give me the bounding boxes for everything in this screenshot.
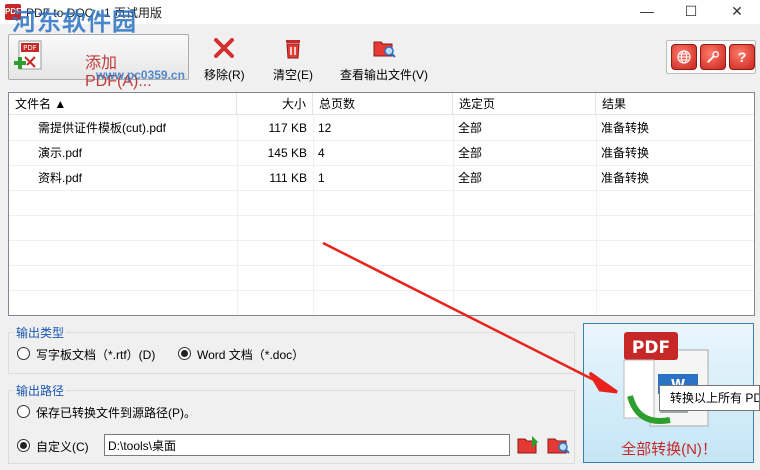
file-size: 145 KB bbox=[267, 146, 307, 160]
help-button[interactable]: ? bbox=[729, 44, 755, 70]
minimize-button[interactable]: — bbox=[624, 0, 670, 24]
source-path-label[interactable]: 保存已转换文件到源路径(P)。 bbox=[36, 404, 196, 421]
table-row[interactable]: 演示.pdf 145 KB 4 全部 准备转换 bbox=[9, 141, 754, 166]
table-row[interactable]: 需提供证件模板(cut).pdf 117 KB 12 全部 准备转换 bbox=[9, 116, 754, 141]
settings-button[interactable] bbox=[700, 44, 726, 70]
column-header-selected[interactable]: 选定页 bbox=[453, 93, 596, 115]
rtf-radio[interactable] bbox=[17, 347, 30, 360]
column-header-result[interactable]: 结果 bbox=[596, 93, 754, 115]
custom-path-input[interactable] bbox=[104, 434, 510, 456]
folder-search-icon bbox=[373, 41, 396, 58]
file-pages: 12 bbox=[318, 121, 332, 135]
convert-all-label: 全部转换(N)！ bbox=[621, 441, 717, 458]
file-name: 需提供证件模板(cut).pdf bbox=[38, 121, 167, 135]
file-result: 准备转换 bbox=[601, 121, 650, 135]
toolbar: PDF 添加 PDF(A)... www.pc0359.cn 移除(R) 清空(… bbox=[0, 24, 760, 90]
file-selected-pages: 全部 bbox=[458, 171, 483, 185]
table-row[interactable]: 资料.pdf 111 KB 1 全部 准备转换 bbox=[9, 166, 754, 191]
custom-path-label[interactable]: 自定义(C) bbox=[36, 438, 89, 455]
wrench-icon bbox=[707, 51, 719, 63]
svg-text:PDF: PDF bbox=[632, 338, 670, 358]
watermark-url: www.pc0359.cn bbox=[96, 68, 185, 82]
column-header-filename[interactable]: 文件名 ▲ bbox=[9, 93, 237, 115]
file-pages: 4 bbox=[318, 146, 325, 160]
rtf-radio-label[interactable]: 写字板文档（*.rtf）(D) bbox=[36, 346, 155, 363]
file-name: 资料.pdf bbox=[38, 171, 83, 185]
file-list-header: 文件名 ▲ 大小 总页数 选定页 结果 bbox=[9, 93, 754, 115]
remove-button[interactable]: 移除(R) bbox=[204, 36, 245, 83]
clear-label: 清空(E) bbox=[273, 68, 313, 82]
file-size: 111 KB bbox=[269, 171, 307, 185]
output-path-title: 输出路径 bbox=[14, 382, 67, 399]
maximize-button[interactable]: ☐ bbox=[668, 0, 714, 24]
file-result: 准备转换 bbox=[601, 171, 650, 185]
open-folder-search-icon[interactable] bbox=[546, 434, 570, 456]
output-type-title: 输出类型 bbox=[14, 324, 67, 341]
doc-radio-label[interactable]: Word 文档（*.doc） bbox=[197, 346, 304, 363]
browse-folder-icon[interactable] bbox=[516, 434, 540, 456]
title-bar: PDF PDF to DOC - 1 页试用版 河东软件园 — ☐ ✕ bbox=[0, 0, 760, 36]
empty-row bbox=[9, 241, 754, 266]
file-selected-pages: 全部 bbox=[458, 121, 483, 135]
file-pages: 1 bbox=[318, 171, 325, 185]
empty-row bbox=[9, 216, 754, 241]
add-pdf-icon: PDF bbox=[14, 40, 42, 70]
svg-text:PDF: PDF bbox=[23, 44, 37, 52]
clear-button[interactable]: 清空(E) bbox=[273, 36, 313, 83]
globe-icon bbox=[677, 50, 691, 64]
view-output-button[interactable]: 查看输出文件(V) bbox=[340, 36, 428, 83]
custom-path-radio[interactable] bbox=[17, 439, 30, 452]
remove-label: 移除(R) bbox=[204, 68, 245, 82]
empty-row bbox=[9, 191, 754, 216]
trash-icon bbox=[286, 40, 300, 59]
column-header-pages[interactable]: 总页数 bbox=[313, 93, 453, 115]
file-name: 演示.pdf bbox=[38, 146, 83, 160]
view-output-label: 查看输出文件(V) bbox=[340, 68, 428, 82]
source-path-radio[interactable] bbox=[17, 405, 30, 418]
file-result: 准备转换 bbox=[601, 146, 650, 160]
column-header-size[interactable]: 大小 bbox=[237, 93, 313, 115]
file-selected-pages: 全部 bbox=[458, 146, 483, 160]
doc-radio[interactable] bbox=[178, 347, 191, 360]
file-list[interactable]: 文件名 ▲ 大小 总页数 选定页 结果 需提供证件模板(cut).pdf 117… bbox=[8, 92, 755, 316]
convert-tooltip: 转换以上所有 PDF bbox=[659, 385, 760, 411]
close-button[interactable]: ✕ bbox=[714, 0, 760, 24]
remove-x-icon bbox=[214, 38, 235, 58]
pdf-to-word-icon: W PDF bbox=[623, 332, 709, 427]
globe-button[interactable] bbox=[671, 44, 697, 70]
file-size: 117 KB bbox=[268, 121, 307, 135]
empty-row bbox=[9, 266, 754, 291]
